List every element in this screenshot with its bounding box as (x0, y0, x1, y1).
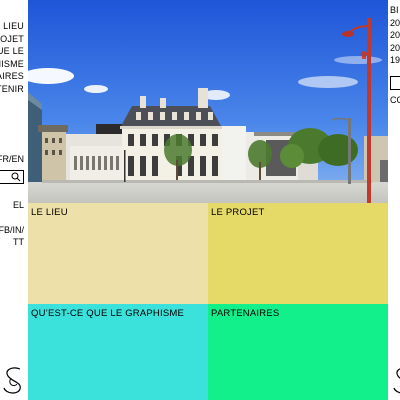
tile-label: LE LIEU (31, 207, 68, 218)
hero-photo (28, 0, 388, 203)
social-links: FB/IN/ TT (0, 224, 24, 248)
info-line: BI (390, 5, 399, 15)
social-link-tt[interactable]: TT (0, 236, 24, 248)
info-line: 20 (390, 17, 400, 28)
nav-item-projet[interactable]: ROJET (0, 33, 24, 46)
tile-partenaires[interactable]: PARTENAIRES (208, 304, 388, 400)
contact-link[interactable]: CO (390, 95, 400, 105)
nav-item-partenaires[interactable]: AIRES (0, 70, 24, 83)
search-input[interactable] (0, 170, 24, 184)
opening-info: BI 20 20 20 19 (390, 4, 400, 67)
tile-label: LE PROJET (211, 207, 265, 218)
social-link-fb-in[interactable]: FB/IN/ (0, 224, 24, 236)
newsletter-link[interactable]: EL (13, 200, 24, 210)
nav-item-graphisme-2[interactable]: HISME (0, 58, 24, 71)
info-line: 19 (390, 55, 400, 65)
nav-item-lieu[interactable]: E LIEU (0, 20, 24, 33)
tile-le-projet[interactable]: LE PROJET (208, 203, 388, 304)
right-input-box[interactable] (390, 76, 400, 90)
right-sidebar: BI 20 20 20 19 CO (388, 0, 400, 400)
main-nav: E LIEU ROJET UE LE HISME AIRES TENIR (0, 20, 24, 96)
nav-item-contenir[interactable]: TENIR (0, 83, 24, 96)
tile-graphisme[interactable]: QU’EST-CE QUE LE GRAPHISME (28, 304, 208, 400)
site-logo-icon[interactable] (388, 364, 400, 396)
info-line: 20 (390, 42, 400, 53)
tile-label: QU’EST-CE QUE LE GRAPHISME (31, 308, 185, 319)
nav-item-graphisme-1[interactable]: UE LE (0, 45, 24, 58)
tile-label: PARTENAIRES (211, 308, 280, 319)
left-sidebar: E LIEU ROJET UE LE HISME AIRES TENIR FR/… (0, 0, 28, 400)
site-logo-icon[interactable] (0, 364, 28, 396)
tile-le-lieu[interactable]: LE LIEU (28, 203, 208, 304)
info-line: 20 (390, 30, 400, 40)
language-switch[interactable]: FR/EN (0, 154, 24, 164)
search-icon (11, 172, 21, 182)
